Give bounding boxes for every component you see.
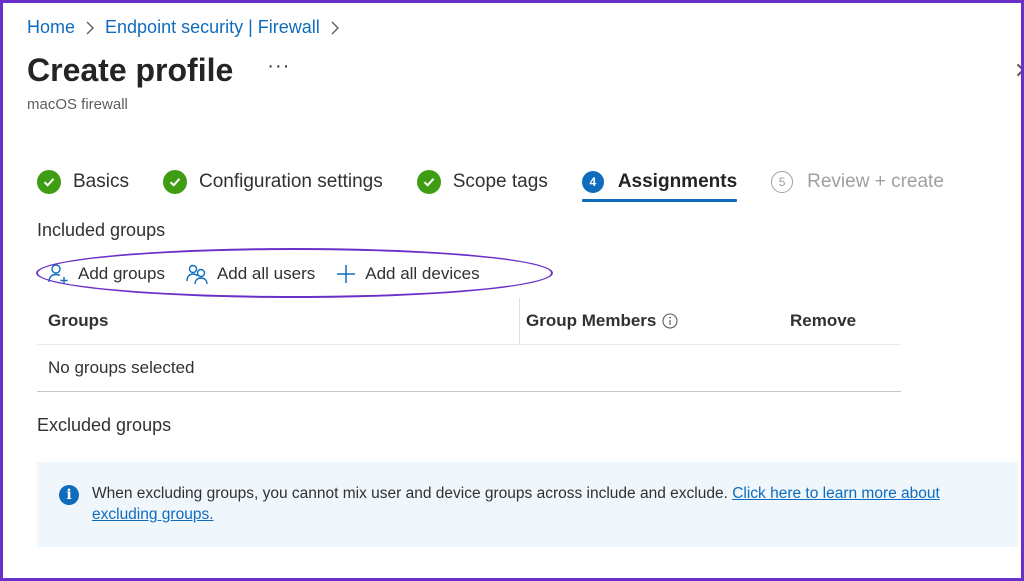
plus-icon (337, 265, 356, 283)
add-all-devices-button[interactable]: Add all devices (335, 263, 480, 285)
chevron-right-icon (85, 21, 95, 35)
add-groups-button[interactable]: Add groups (46, 262, 165, 286)
included-groups-heading: Included groups (37, 220, 166, 240)
users-icon (186, 264, 208, 285)
column-label: Group Members (526, 311, 657, 330)
table-header: Groups Group Members Remove (37, 298, 901, 345)
table-row-empty: No groups selected (37, 345, 901, 392)
step-number-badge: 5 (771, 171, 794, 193)
step-basics[interactable]: Basics (37, 162, 129, 202)
wizard-steps: Basics Configuration settings Scope tags… (37, 162, 978, 202)
column-label: Remove (790, 311, 857, 330)
add-all-users-button[interactable]: Add all users (185, 262, 315, 286)
step-configuration-settings[interactable]: Configuration settings (162, 162, 383, 202)
add-all-users-label: Add all users (216, 264, 316, 283)
step-label: Configuration settings (198, 171, 383, 192)
included-groups-toolbar: Add groups Add all users Add all devices (46, 260, 500, 288)
title-row: Create profile ··· (27, 52, 290, 89)
column-header-group-members[interactable]: Group Members (520, 311, 784, 331)
step-assignments[interactable]: 4 Assignments (581, 162, 738, 202)
close-icon[interactable]: ✕ (1014, 58, 1024, 84)
included-groups-table: Groups Group Members Remove No groups se… (37, 298, 901, 392)
column-label: Groups (48, 311, 109, 330)
step-scope-tags[interactable]: Scope tags (416, 162, 548, 202)
step-label: Review + create (807, 171, 944, 192)
check-circle-icon (162, 170, 187, 194)
page-subtitle: macOS firewall (27, 96, 128, 113)
add-groups-label: Add groups (78, 264, 165, 283)
step-review-create[interactable]: 5 Review + create (771, 162, 944, 202)
info-icon[interactable] (662, 313, 678, 329)
info-icon: i (59, 485, 79, 505)
more-options-button[interactable]: ··· (267, 55, 290, 78)
check-circle-icon (416, 170, 441, 194)
breadcrumb-endpoint-security-firewall[interactable]: Endpoint security | Firewall (105, 17, 320, 38)
add-group-icon (48, 264, 68, 284)
page-title: Create profile (27, 52, 234, 88)
chevron-right-icon (330, 21, 340, 35)
info-message-text: When excluding groups, you cannot mix us… (92, 485, 733, 502)
column-header-remove[interactable]: Remove (784, 311, 856, 331)
step-label: Assignments (617, 171, 738, 192)
step-label: Scope tags (452, 171, 548, 192)
excluded-groups-heading: Excluded groups (37, 415, 172, 435)
column-header-groups[interactable]: Groups (37, 298, 520, 344)
breadcrumb-home[interactable]: Home (27, 17, 75, 38)
step-number-badge: 4 (581, 171, 604, 193)
check-circle-icon (37, 170, 61, 194)
step-label: Basics (73, 171, 129, 192)
add-all-devices-label: Add all devices (365, 264, 480, 283)
breadcrumb: Home Endpoint security | Firewall (27, 17, 340, 38)
info-message-bar: i When excluding groups, you cannot mix … (37, 462, 1018, 547)
